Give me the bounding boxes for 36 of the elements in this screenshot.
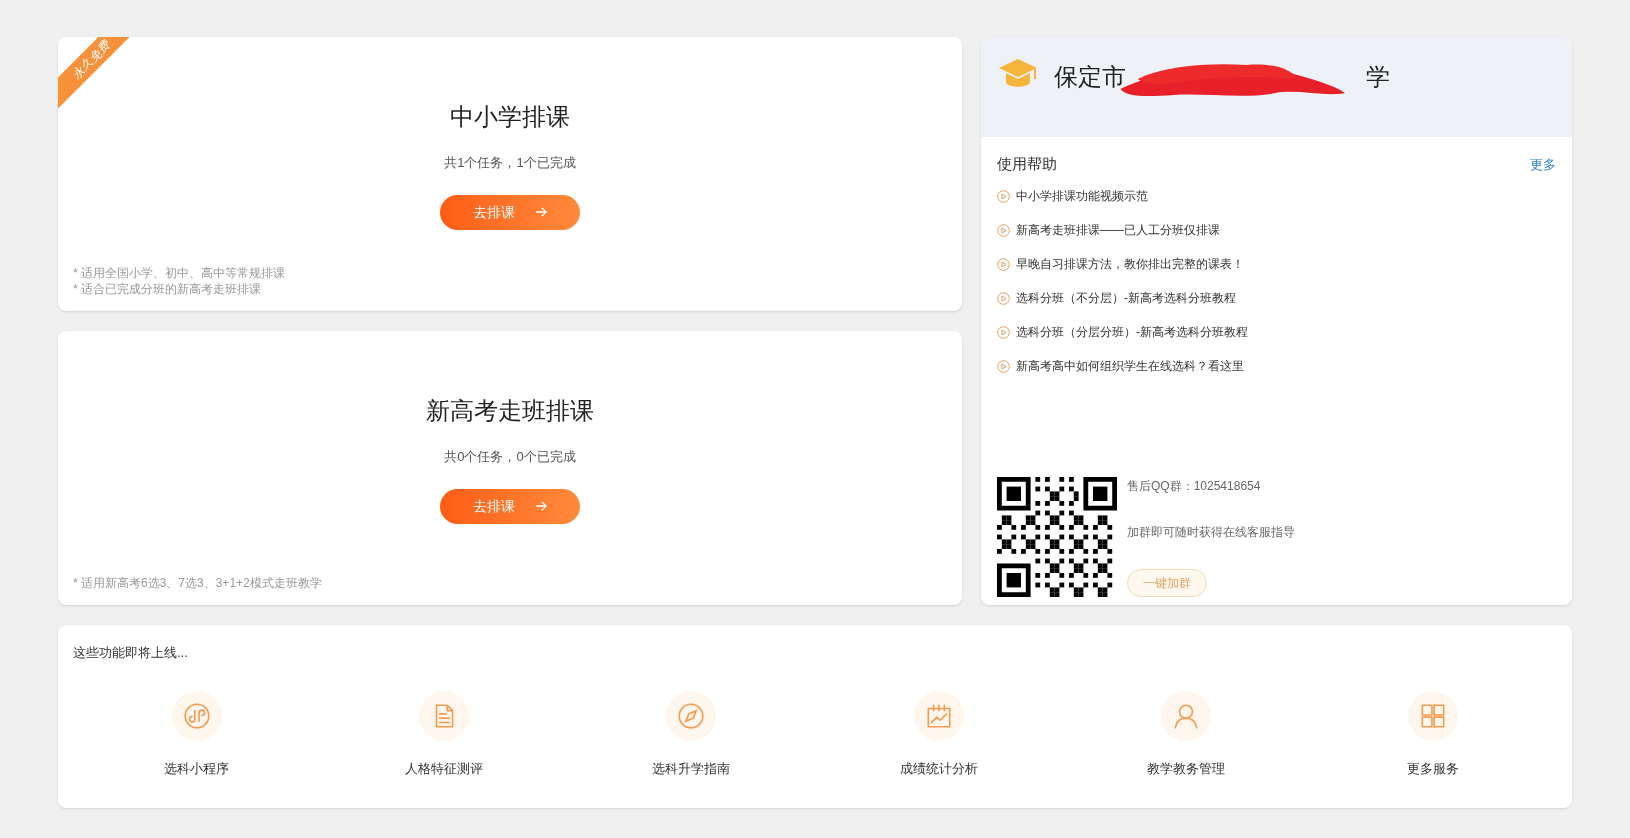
- compass-icon: [676, 700, 707, 731]
- help-video-link[interactable]: 选科分班（不分层）-新高考选科分班教程: [997, 287, 1556, 309]
- help-video-link[interactable]: 早晚自习排课方法，教你排出完整的课表！: [997, 253, 1556, 275]
- school-name: 学: [1366, 62, 1390, 92]
- help-video-link[interactable]: 选科分班（分层分班）-新高考选科分班教程: [997, 321, 1556, 343]
- more-link[interactable]: 更多: [1530, 154, 1556, 174]
- play-icon: [997, 189, 1010, 203]
- arrow-right-icon: [535, 500, 547, 512]
- school-name: 保定市: [1054, 62, 1126, 92]
- task-summary: 共0个任务，0个已完成: [444, 448, 576, 466]
- arrow-right-icon: [535, 206, 547, 218]
- help-title: 使用帮助: [997, 154, 1057, 174]
- card-title: 新高考走班排课: [426, 396, 594, 426]
- feature-label: 选科小程序: [164, 759, 230, 778]
- usage-note: * 适合已完成分班的新高考走班排课: [73, 281, 262, 297]
- qq-group-number: 售后QQ群：1025418654: [1127, 478, 1262, 495]
- card-title: 中小学排课: [450, 102, 570, 132]
- link-icon: [181, 700, 212, 731]
- support-hint: 加群即可随时获得在线客服指导: [1127, 524, 1295, 541]
- help-video-link[interactable]: 新高考高中如何组织学生在线选科？看这里: [997, 355, 1556, 377]
- feature-label: 成绩统计分析: [899, 759, 978, 778]
- task-summary: 共1个任务，1个已完成: [444, 154, 576, 172]
- feature-label: 选科升学指南: [652, 759, 731, 778]
- help-video-link[interactable]: 新高考走班排课——已人工分班仅排课: [997, 219, 1556, 241]
- feature-label: 人格特征测评: [405, 759, 483, 778]
- feature-label: 教学教务管理: [1147, 759, 1225, 778]
- usage-note: * 适用全国小学、初中、高中等常规排课: [73, 265, 285, 281]
- usage-note: * 适用新高考6选3、7选3、3+1+2模式走班教学: [73, 575, 322, 591]
- play-icon: [997, 223, 1010, 237]
- play-icon: [997, 291, 1010, 305]
- play-icon: [997, 325, 1010, 339]
- play-icon: [997, 257, 1010, 271]
- section-title: 这些功能即将上线...: [73, 644, 189, 662]
- play-icon: [997, 359, 1010, 373]
- feature-label: 更多服务: [1407, 759, 1460, 778]
- help-video-link[interactable]: 中小学排课功能视频示范: [997, 185, 1556, 207]
